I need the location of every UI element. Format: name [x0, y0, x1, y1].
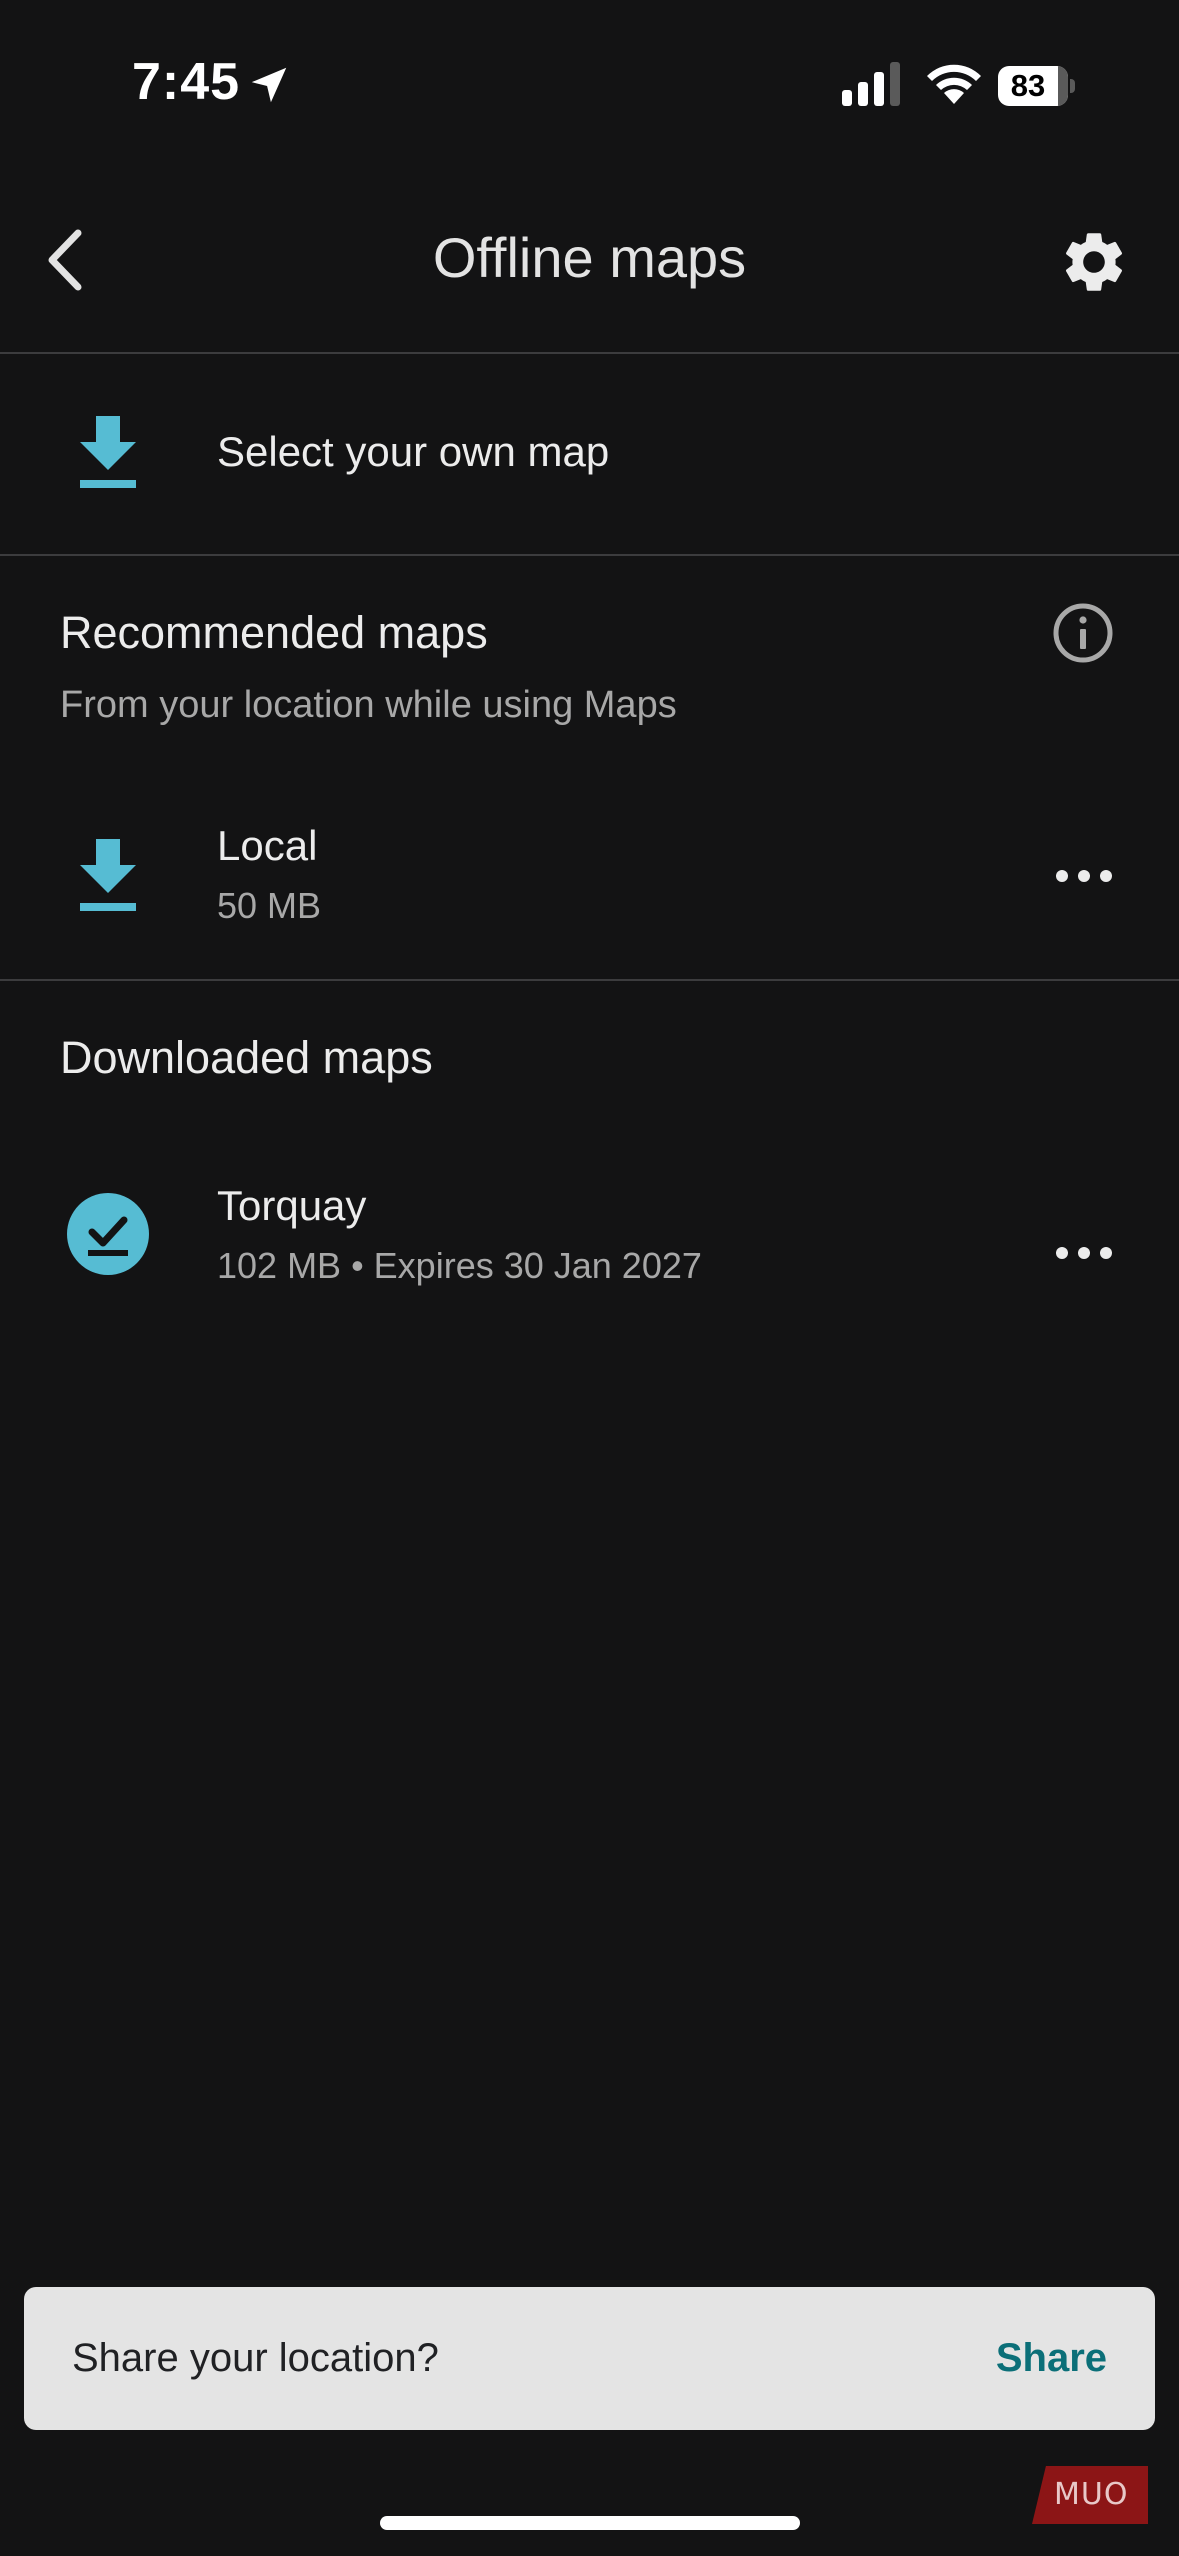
download-icon: [80, 839, 136, 911]
downloaded-check-icon: [67, 1193, 149, 1275]
more-options-icon[interactable]: [1054, 1233, 1114, 1273]
map-name: Local: [217, 822, 318, 869]
select-own-map-row[interactable]: Select your own map: [0, 354, 1179, 554]
list-item-torquay[interactable]: Torquay 102 MB • Expires 30 Jan 2027: [0, 1140, 1179, 1330]
battery-level: 83: [1010, 68, 1046, 103]
location-arrow-icon: [251, 67, 287, 103]
watermark-logo: MUO: [1032, 2466, 1148, 2524]
list-item-local[interactable]: Local 50 MB: [0, 780, 1179, 970]
info-icon[interactable]: [1052, 602, 1114, 664]
share-location-prompt: Share your location? Share: [24, 2287, 1155, 2430]
share-button[interactable]: Share: [996, 2287, 1107, 2430]
wifi-icon: [927, 64, 981, 104]
settings-gear-icon[interactable]: [1058, 226, 1130, 298]
section-divider: [0, 554, 1179, 556]
more-options-icon[interactable]: [1054, 856, 1114, 896]
select-own-map-label: Select your own map: [217, 428, 610, 475]
watermark-text: MUO: [1054, 2477, 1129, 2512]
map-size: 50 MB: [217, 885, 322, 926]
cellular-signal-icon: [842, 62, 900, 106]
map-details: 102 MB • Expires 30 Jan 2027: [217, 1245, 702, 1286]
status-time: 7:45: [132, 53, 241, 111]
battery-indicator: 83: [998, 66, 1075, 106]
home-indicator[interactable]: [380, 2516, 800, 2530]
page-title: Offline maps: [432, 226, 747, 289]
recommended-maps-title: Recommended maps: [60, 607, 488, 658]
share-prompt-text: Share your location?: [72, 2336, 439, 2380]
recommended-maps-subtitle: From your location while using Maps: [60, 684, 677, 726]
map-name: Torquay: [217, 1182, 367, 1229]
section-divider: [0, 979, 1179, 981]
download-icon: [80, 416, 136, 488]
downloaded-maps-title: Downloaded maps: [60, 1032, 433, 1083]
